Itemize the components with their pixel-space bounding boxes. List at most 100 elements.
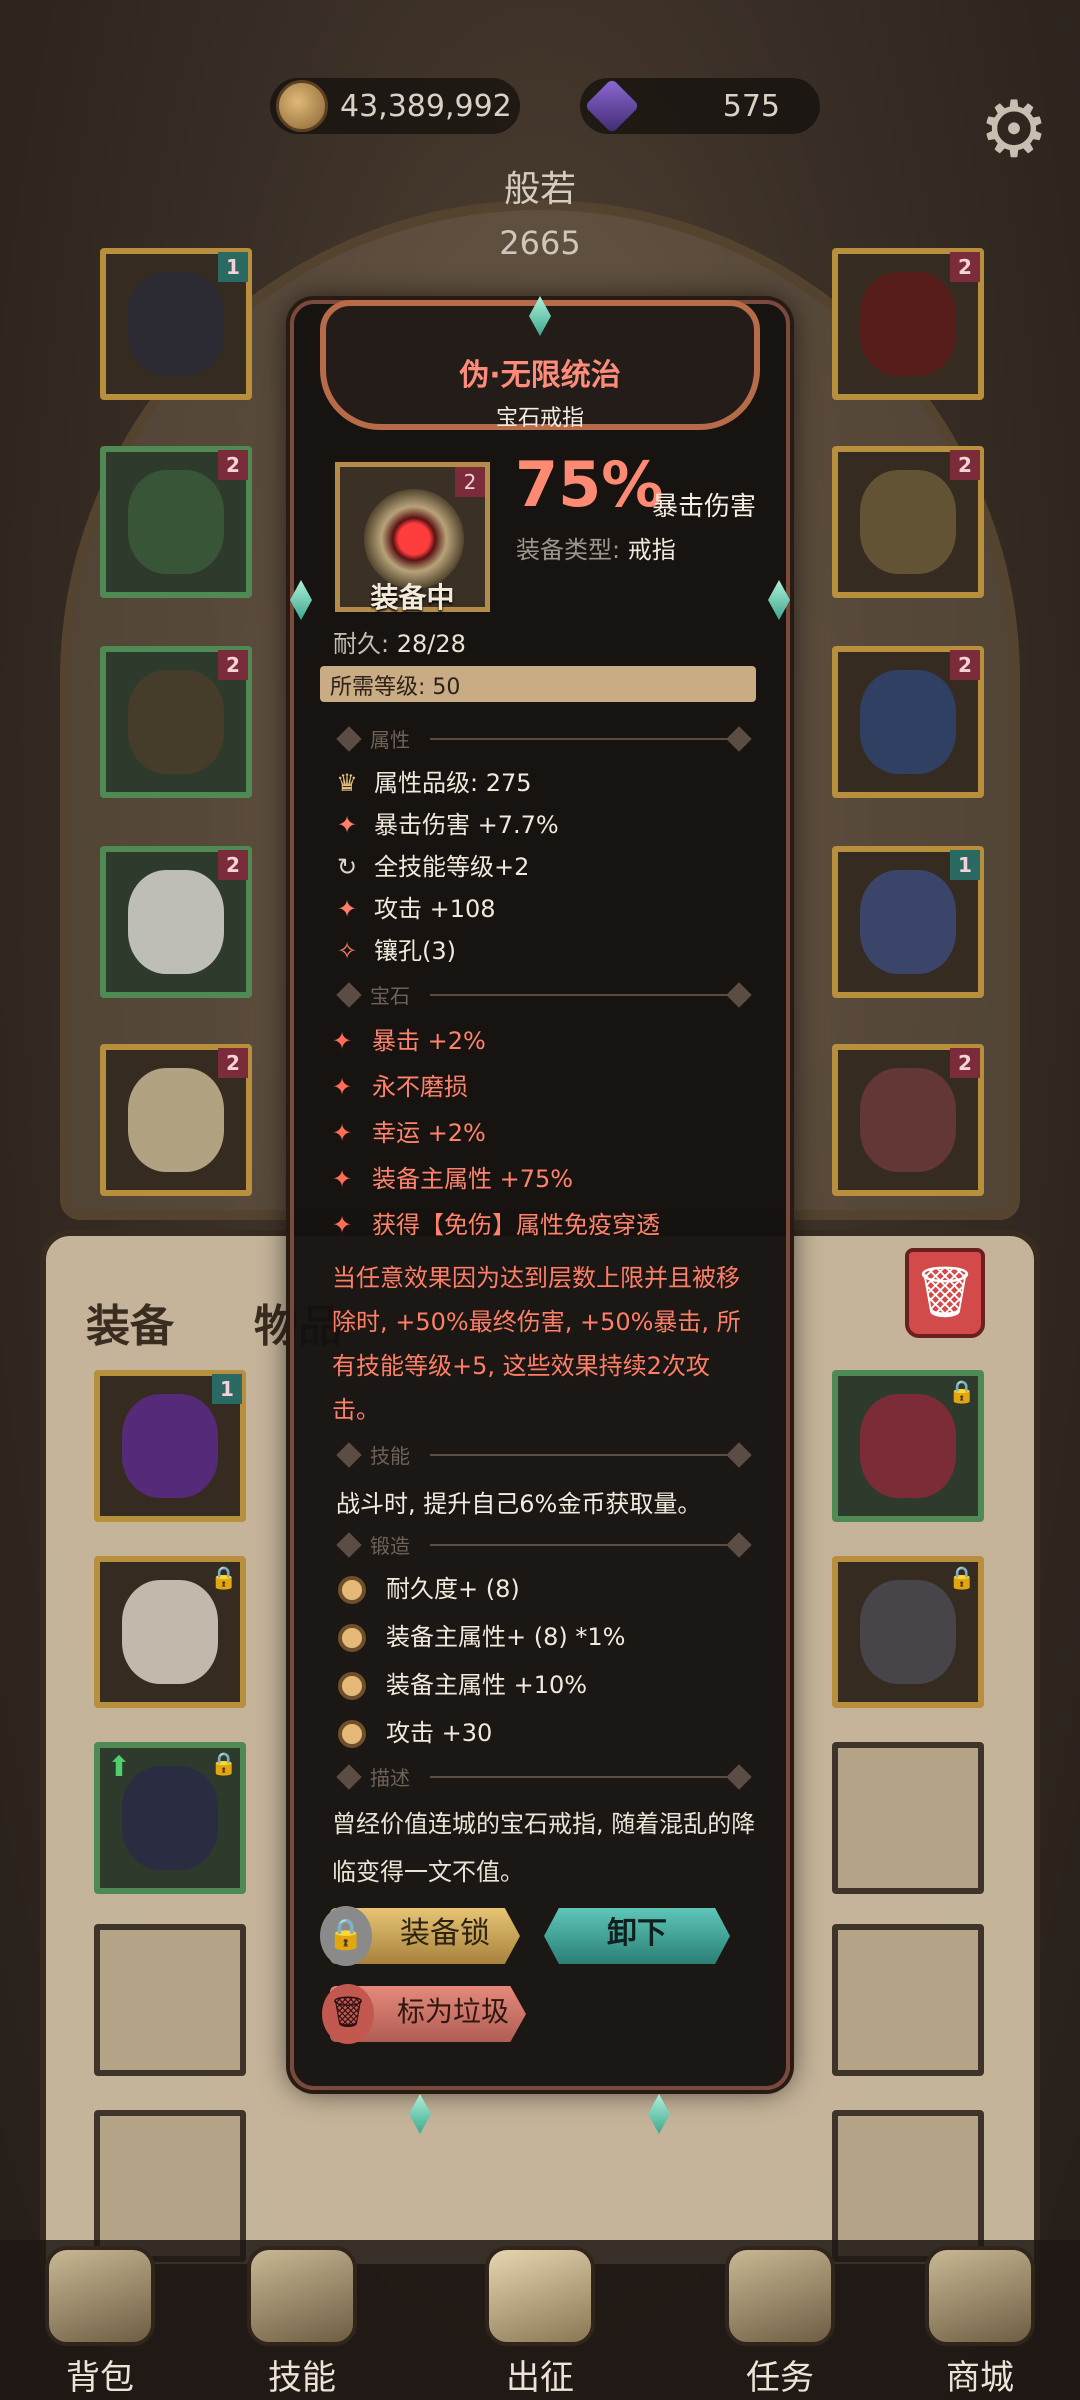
refresh-icon: ↻ xyxy=(336,853,358,881)
upgrade-arrow-icon: ⬆ xyxy=(107,1750,131,1783)
gem-line: ✦ 永不磨损 xyxy=(332,1070,468,1104)
book-icon xyxy=(860,670,956,774)
nav-backpack[interactable]: 背包 xyxy=(20,2240,180,2400)
gem-counter: 575 xyxy=(580,78,820,134)
armor-icon xyxy=(860,1394,956,1498)
hero-power: 2665 xyxy=(499,224,581,262)
equip-slot-necklace[interactable]: 2 xyxy=(832,248,984,400)
nav-shop[interactable]: 商城 xyxy=(900,2240,1060,2400)
attr-skill-level: ↻ 全技能等级+2 xyxy=(330,850,529,884)
forge-dot-icon xyxy=(338,1720,366,1748)
nav-quests[interactable]: 任务 xyxy=(700,2240,860,2400)
ring-icon xyxy=(860,470,956,574)
bag-slot-empty[interactable] xyxy=(94,1924,246,2076)
crit-label: 暴击伤害 xyxy=(652,492,757,522)
pants-icon xyxy=(128,870,224,974)
bag-slot-1[interactable]: 1 xyxy=(94,1370,246,1522)
bag-slot-empty[interactable] xyxy=(832,1924,984,2076)
section-skills: 技能 xyxy=(330,1440,752,1470)
attr-attack: ✦ 攻击 +108 xyxy=(330,892,496,926)
gem-line: ✦ 获得【免伤】属性免疫穿透 xyxy=(332,1208,660,1242)
tome-icon xyxy=(860,1068,956,1172)
forge-dot-icon xyxy=(338,1672,366,1700)
item-tier-badge: 2 xyxy=(455,467,485,497)
nav-skills[interactable]: 技能 xyxy=(222,2240,382,2400)
lock-icon: 🔒 xyxy=(210,1566,238,1591)
orb-icon xyxy=(122,1394,218,1498)
skill-text: 战斗时, 提升自己6%金币获取量。 xyxy=(336,1490,702,1518)
grade-icon: ♛ xyxy=(336,769,358,797)
tab-equipment[interactable]: 装备 xyxy=(86,1290,174,1354)
staff-icon xyxy=(128,670,224,774)
attr-socket: ✧ 镶孔(3) xyxy=(330,934,456,968)
unequip-button[interactable]: 卸下 xyxy=(544,1908,730,1964)
gold-coin-icon xyxy=(276,80,328,132)
section-description: 描述 xyxy=(330,1762,752,1792)
durability: 耐久: 28/28 xyxy=(333,630,466,658)
crit-percent: 75% xyxy=(515,448,664,521)
item-subtype: 宝石戒指 xyxy=(495,406,584,431)
equip-slot-offhand[interactable]: 2 xyxy=(832,646,984,798)
lock-icon: 🔒 xyxy=(948,1566,976,1591)
gem-amount: 575 xyxy=(722,88,780,124)
crit-icon: ✦ xyxy=(336,811,358,839)
forge-line: 装备主属性 +10% xyxy=(338,1668,587,1702)
equip-slot-weapon[interactable]: 2 xyxy=(100,646,252,798)
item-name: 伪·无限统治 xyxy=(459,358,621,393)
description-text: 曾经价值连城的宝石戒指, 随着混乱的降临变得一文不值。 xyxy=(332,1810,756,1886)
socket-icon: ✧ xyxy=(336,937,358,965)
shop-emblem-icon xyxy=(925,2246,1035,2346)
sword-banner-icon xyxy=(485,2246,595,2346)
gem-line: ✦ 装备主属性 +75% xyxy=(332,1162,573,1196)
forge-dot-icon xyxy=(338,1576,366,1604)
forge-dot-icon xyxy=(338,1624,366,1652)
bag-slot-empty[interactable] xyxy=(832,1742,984,1894)
nav-expedition[interactable]: 出征 xyxy=(460,2240,620,2400)
purple-gem-icon xyxy=(584,78,640,134)
bag-slot-10[interactable]: 🔒 xyxy=(832,1556,984,1708)
bag-slot-11[interactable]: ⬆ 🔒 xyxy=(94,1742,246,1894)
required-level-bar: 所需等级: 50 xyxy=(320,666,756,702)
gem-sparkle-icon: ✦ xyxy=(332,1211,353,1239)
equip-slot-head[interactable]: 1 xyxy=(100,248,252,400)
section-gems: 宝石 xyxy=(330,980,752,1010)
amulet-icon xyxy=(860,272,956,376)
bag-slot-6[interactable]: 🔒 xyxy=(94,1556,246,1708)
settings-gear-icon[interactable]: ⚙ xyxy=(974,90,1054,170)
equip-slot-ring[interactable]: 2 xyxy=(832,446,984,598)
trash-icon[interactable]: 🗑 xyxy=(905,1248,985,1338)
section-forge: 锻造 xyxy=(330,1530,752,1560)
scroll-icon xyxy=(247,2246,357,2346)
red-eye-ring-icon xyxy=(364,489,464,589)
backpack-icon xyxy=(45,2246,155,2346)
gem-effect-text: 当任意效果因为达到层数上限并且被移除时, +50%最终伤害, +50%暴击, 所… xyxy=(332,1264,741,1424)
equip-slot-boots[interactable]: 2 xyxy=(100,1044,252,1196)
gem-sparkle-icon: ✦ xyxy=(332,1165,353,1193)
lock-icon: 🔒 xyxy=(210,1752,238,1777)
gem-line: ✦ 暴击 +2% xyxy=(332,1024,486,1058)
sword-icon xyxy=(860,870,956,974)
lock-icon: 🔒 xyxy=(948,1380,976,1405)
gold-counter: 43,389,992 xyxy=(270,78,520,134)
shield-icon xyxy=(860,1580,956,1684)
bag-slot-5[interactable]: 🔒 xyxy=(832,1370,984,1522)
gold-amount: 43,389,992 xyxy=(340,88,512,124)
equip-slot-cloak[interactable]: 2 xyxy=(100,446,252,598)
gem-line: ✦ 幸运 +2% xyxy=(332,1116,486,1150)
dark-helmet-icon xyxy=(128,272,224,376)
gem-sparkle-icon: ✦ xyxy=(332,1073,353,1101)
forge-line: 装备主属性+ (8) *1% xyxy=(338,1620,625,1654)
gem-sparkle-icon: ✦ xyxy=(332,1119,353,1147)
section-attributes: 属性 xyxy=(330,724,752,754)
attr-grade: ♛ 属性品级: 275 xyxy=(330,766,531,800)
equip-slot-sword[interactable]: 1 xyxy=(832,846,984,998)
forge-line: 耐久度+ (8) xyxy=(338,1572,520,1606)
cloak-icon xyxy=(128,470,224,574)
skirt-icon xyxy=(122,1766,218,1870)
equip-slot-pants[interactable]: 2 xyxy=(100,846,252,998)
trash-bin-icon: 🗑 xyxy=(322,1984,374,2044)
equip-slot-tome[interactable]: 2 xyxy=(832,1044,984,1196)
hero-name: 般若 xyxy=(503,169,576,210)
padlock-icon: 🔒 xyxy=(320,1906,372,1966)
forge-line: 攻击 +30 xyxy=(338,1716,492,1750)
